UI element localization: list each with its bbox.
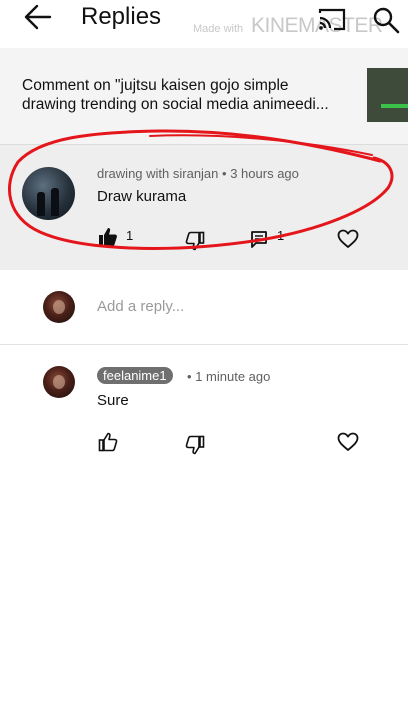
comment-icon: [251, 231, 267, 248]
search-icon: [373, 7, 400, 34]
back-arrow-icon: [24, 4, 52, 30]
dislike-button[interactable]: [185, 435, 205, 460]
watermark-made-with: Made with: [193, 23, 244, 35]
comment-text: Draw kurama: [97, 188, 187, 205]
avatar-figure: [37, 192, 45, 216]
avatar[interactable]: [22, 167, 75, 220]
page-title: Replies: [81, 3, 162, 30]
parent-comment: drawing with siranjan • 3 hours ago Draw…: [0, 144, 408, 271]
video-context-text: Comment on "jujtsu kaisen gojo simple dr…: [22, 76, 358, 114]
avatar-face: [53, 375, 65, 389]
meta-separator: •: [187, 369, 192, 384]
reply-item: feelanime1 • 1 minute ago Sure: [0, 345, 408, 720]
back-button[interactable]: [22, 2, 54, 32]
reply-count: 1: [277, 228, 285, 243]
reply-text: Sure: [97, 392, 129, 409]
dislike-button[interactable]: [185, 231, 205, 256]
avatar: [43, 291, 75, 323]
add-reply-row[interactable]: Add a reply...: [0, 270, 408, 345]
reply-input[interactable]: Add a reply...: [97, 298, 184, 315]
avatar-face: [53, 300, 65, 314]
cast-button[interactable]: [317, 6, 347, 32]
like-count: 1: [126, 228, 134, 243]
reply-button[interactable]: [250, 230, 268, 253]
context-line-2: drawing trending on social media animeed…: [22, 96, 329, 113]
thumbs-down-icon: [185, 231, 205, 251]
heart-button[interactable]: [337, 432, 359, 457]
kinemaster-watermark: Made with KINEMASTER: [193, 14, 393, 40]
cast-icon: [318, 8, 346, 31]
reply-time: 1 minute ago: [195, 369, 271, 384]
like-button[interactable]: [98, 432, 118, 457]
heart-icon: [337, 229, 359, 248]
reply-meta: • 1 minute ago: [187, 369, 270, 384]
search-button[interactable]: [372, 6, 400, 34]
video-context[interactable]: Comment on "jujtsu kaisen gojo simple dr…: [0, 48, 408, 144]
avatar[interactable]: [43, 366, 75, 398]
heart-icon: [337, 432, 359, 451]
avatar-figure: [51, 188, 59, 216]
comment-author[interactable]: drawing with siranjan: [97, 166, 218, 181]
video-thumbnail[interactable]: [367, 68, 408, 122]
context-line-1: Comment on "jujtsu kaisen gojo simple: [22, 77, 289, 94]
thumbs-up-filled-icon: [99, 228, 117, 246]
thumbs-up-icon: [98, 432, 118, 452]
reply-author-chip[interactable]: feelanime1: [97, 367, 173, 384]
top-bar: Replies Made with KINEMASTER: [0, 0, 408, 48]
heart-button[interactable]: [337, 229, 359, 254]
thumbs-down-icon: [185, 435, 205, 455]
comment-time: 3 hours ago: [230, 166, 299, 181]
comment-meta: drawing with siranjan • 3 hours ago: [97, 166, 299, 181]
meta-separator: •: [222, 166, 227, 181]
like-button[interactable]: [98, 227, 118, 252]
thumbnail-progress: [381, 104, 408, 108]
